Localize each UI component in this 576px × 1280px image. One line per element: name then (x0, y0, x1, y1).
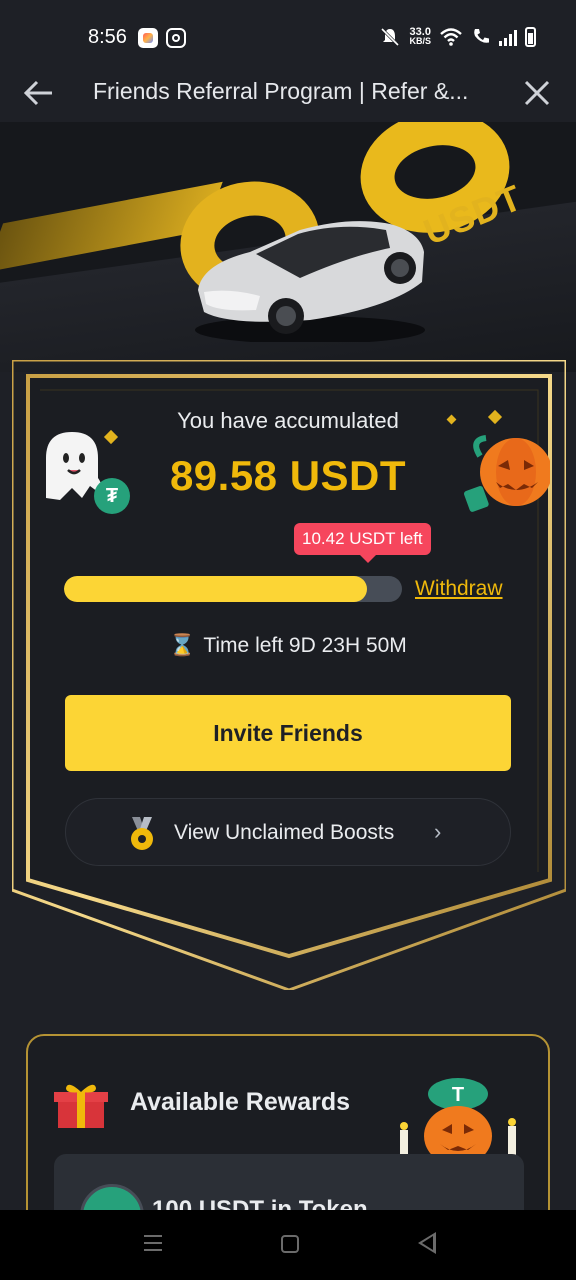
gift-icon (54, 1084, 108, 1128)
close-icon[interactable] (522, 78, 552, 108)
progress-fill (64, 576, 367, 602)
rewards-title: Available Rewards (130, 1088, 351, 1116)
medal-icon (131, 817, 153, 850)
net-speed: 33.0 KB/S (409, 27, 431, 46)
recent-apps-icon[interactable] (144, 1235, 162, 1251)
top-nav-bar: Friends Referral Program | Refer &... (0, 66, 576, 122)
view-boosts-button[interactable]: View Unclaimed Boosts › (65, 798, 511, 866)
mute-icon (381, 27, 400, 47)
status-indicators: 33.0 KB/S (379, 26, 536, 48)
invite-friends-button[interactable]: Invite Friends (65, 695, 511, 771)
arrow-left-icon[interactable] (22, 76, 56, 110)
app-icon (138, 28, 158, 48)
time-left-text: Time left 9D 23H 50M (203, 634, 407, 657)
time-left: ⌛ Time left 9D 23H 50M (0, 634, 576, 658)
status-bar: 8:56 33.0 KB/S (0, 0, 576, 66)
net-speed-unit: KB/S (409, 36, 431, 46)
chevron-right-icon: › (434, 819, 442, 844)
withdraw-link[interactable]: Withdraw (415, 577, 503, 601)
accumulated-label: You have accumulated (177, 408, 399, 433)
battery-icon (525, 27, 536, 47)
remaining-badge: 10.42 USDT left (294, 523, 431, 563)
page-title: Friends Referral Program | Refer &... (93, 78, 469, 104)
status-time: 8:56 (88, 26, 127, 48)
wifi-icon (440, 28, 462, 46)
back-icon[interactable] (418, 1232, 436, 1254)
hero-banner: USDT (0, 122, 576, 372)
progress-bar (64, 576, 402, 602)
svg-text:T: T (452, 1084, 464, 1106)
android-nav-bar (0, 1210, 576, 1280)
car-image (195, 221, 425, 342)
home-icon[interactable] (281, 1235, 299, 1253)
instagram-icon (166, 28, 186, 48)
signal-icon (499, 28, 517, 46)
view-boosts-label: View Unclaimed Boosts (174, 821, 395, 844)
accumulated-value: 89.58 USDT (169, 452, 407, 499)
hourglass-icon: ⌛ (169, 634, 196, 657)
call-icon (474, 29, 489, 43)
